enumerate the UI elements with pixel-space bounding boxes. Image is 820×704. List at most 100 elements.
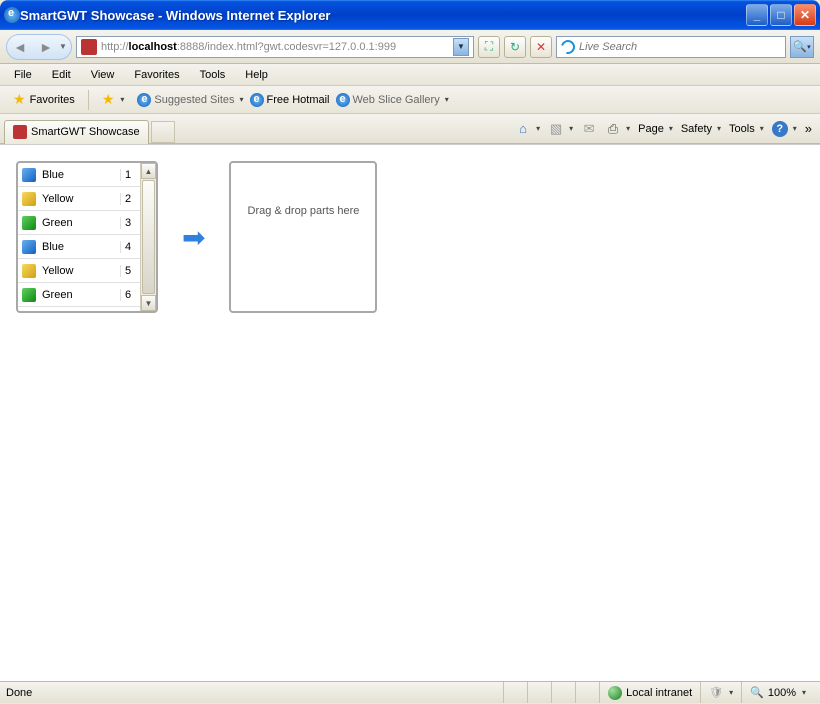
refresh-button[interactable]: ↻ bbox=[504, 36, 526, 58]
item-name: Green bbox=[40, 289, 120, 301]
address-dropdown[interactable]: ▼ bbox=[453, 38, 469, 56]
stop-button[interactable]: ✕ bbox=[530, 36, 552, 58]
free-hotmail-link[interactable]: Free Hotmail bbox=[250, 93, 330, 107]
menu-favorites[interactable]: Favorites bbox=[124, 66, 189, 84]
cube-icon bbox=[22, 192, 36, 206]
search-input[interactable] bbox=[579, 41, 781, 53]
zoom-control[interactable]: 🔍 100% ▾ bbox=[741, 682, 814, 703]
zoom-value: 100% bbox=[768, 687, 796, 699]
scroll-up-button[interactable]: ▲ bbox=[141, 163, 156, 179]
cube-icon bbox=[22, 216, 36, 230]
page-content: Blue1 Yellow2 Green3 Blue4 Yellow5 Green… bbox=[0, 144, 820, 681]
address-host: localhost bbox=[129, 41, 177, 53]
safety-label: Safety bbox=[681, 123, 712, 135]
minimize-button[interactable]: _ bbox=[746, 4, 768, 26]
overflow-button[interactable]: » bbox=[801, 121, 816, 136]
menu-bar: File Edit View Favorites Tools Help bbox=[0, 64, 820, 86]
status-cell bbox=[527, 682, 551, 703]
item-num: 5 bbox=[120, 265, 140, 277]
address-protocol: http:// bbox=[101, 41, 129, 53]
forward-button[interactable]: ► bbox=[33, 35, 59, 59]
scrollbar[interactable]: ▲ ▼ bbox=[140, 163, 156, 311]
page-menu[interactable]: Page▾ bbox=[634, 121, 677, 137]
list-item[interactable]: Green6 bbox=[18, 283, 140, 307]
menu-edit[interactable]: Edit bbox=[42, 66, 81, 84]
rss-icon: ▧ bbox=[548, 121, 564, 137]
tab-active[interactable]: SmartGWT Showcase bbox=[4, 120, 149, 144]
shield-icon: 🛡 bbox=[709, 686, 723, 699]
item-num: 1 bbox=[120, 169, 140, 181]
tab-bar: SmartGWT Showcase ⌂▾ ▧▾ ✉ ⎙▾ Page▾ Safet… bbox=[0, 114, 820, 144]
status-cell bbox=[503, 682, 527, 703]
item-num: 6 bbox=[120, 289, 140, 301]
scroll-down-button[interactable]: ▼ bbox=[141, 295, 156, 311]
protected-mode[interactable]: 🛡▾ bbox=[700, 682, 741, 703]
window-titlebar: SmartGWT Showcase - Windows Internet Exp… bbox=[0, 0, 820, 30]
feeds-button[interactable]: ▧▾ bbox=[544, 119, 577, 139]
cube-icon bbox=[22, 168, 36, 182]
source-list-panel: Blue1 Yellow2 Green3 Blue4 Yellow5 Green… bbox=[16, 161, 158, 313]
cube-icon bbox=[22, 264, 36, 278]
cube-icon bbox=[22, 288, 36, 302]
tab-title: SmartGWT Showcase bbox=[31, 126, 140, 138]
favorites-label: Favorites bbox=[30, 94, 75, 106]
status-cell bbox=[551, 682, 575, 703]
compatibility-button[interactable]: ⛶ bbox=[478, 36, 500, 58]
status-text: Done bbox=[6, 687, 503, 699]
print-button[interactable]: ⎙▾ bbox=[601, 119, 634, 139]
favorites-bar: ★ Favorites ★ ▾ Suggested Sites ▾ Free H… bbox=[0, 86, 820, 114]
security-zone[interactable]: Local intranet bbox=[599, 682, 700, 703]
status-cell bbox=[575, 682, 599, 703]
menu-help[interactable]: Help bbox=[235, 66, 278, 84]
mail-icon: ✉ bbox=[581, 121, 597, 137]
list-item[interactable]: Blue4 bbox=[18, 235, 140, 259]
menu-tools[interactable]: Tools bbox=[190, 66, 236, 84]
list-body: Blue1 Yellow2 Green3 Blue4 Yellow5 Green… bbox=[18, 163, 140, 311]
address-text: http://localhost:8888/index.html?gwt.cod… bbox=[101, 41, 449, 53]
safety-menu[interactable]: Safety▾ bbox=[677, 121, 725, 137]
page-label: Page bbox=[638, 123, 664, 135]
star-icon: ★ bbox=[13, 91, 26, 108]
print-icon: ⎙ bbox=[605, 121, 621, 137]
navigation-bar: ◄ ► ▼ http://localhost:8888/index.html?g… bbox=[0, 30, 820, 64]
address-bar[interactable]: http://localhost:8888/index.html?gwt.cod… bbox=[76, 36, 474, 58]
web-slice-link[interactable]: Web Slice Gallery ▾ bbox=[336, 93, 449, 107]
item-name: Blue bbox=[40, 241, 120, 253]
home-icon: ⌂ bbox=[515, 121, 531, 137]
new-tab-button[interactable] bbox=[151, 121, 175, 143]
star-add-icon: ★ bbox=[102, 91, 115, 108]
search-go-button[interactable]: 🔍▾ bbox=[790, 36, 814, 58]
back-button[interactable]: ◄ bbox=[7, 35, 33, 59]
menu-view[interactable]: View bbox=[81, 66, 125, 84]
list-item[interactable]: Yellow5 bbox=[18, 259, 140, 283]
mail-button[interactable]: ✉ bbox=[577, 119, 601, 139]
item-name: Green bbox=[40, 217, 120, 229]
address-path: :8888/index.html?gwt.codesvr=127.0.0.1:9… bbox=[177, 41, 396, 53]
tools-menu[interactable]: Tools▾ bbox=[725, 121, 768, 137]
add-favorite-button[interactable]: ★ ▾ bbox=[95, 88, 132, 111]
item-name: Blue bbox=[40, 169, 120, 181]
suggested-sites-link[interactable]: Suggested Sites ▾ bbox=[137, 93, 243, 107]
drop-zone-panel[interactable]: Drag & drop parts here bbox=[229, 161, 377, 313]
webslice-label: Web Slice Gallery bbox=[353, 94, 440, 106]
maximize-button[interactable]: □ bbox=[770, 4, 792, 26]
zone-label: Local intranet bbox=[626, 687, 692, 699]
help-button[interactable]: ?▾ bbox=[768, 119, 801, 139]
search-bar[interactable] bbox=[556, 36, 786, 58]
home-button[interactable]: ⌂▾ bbox=[511, 119, 544, 139]
item-name: Yellow bbox=[40, 265, 120, 277]
item-num: 3 bbox=[120, 217, 140, 229]
scroll-thumb[interactable] bbox=[142, 180, 155, 294]
bing-icon bbox=[558, 37, 577, 56]
menu-file[interactable]: File bbox=[4, 66, 42, 84]
cube-icon bbox=[22, 240, 36, 254]
list-item[interactable]: Blue1 bbox=[18, 163, 140, 187]
close-button[interactable]: ✕ bbox=[794, 4, 816, 26]
list-item[interactable]: Yellow2 bbox=[18, 187, 140, 211]
help-icon: ? bbox=[772, 121, 788, 137]
favorites-button[interactable]: ★ Favorites bbox=[6, 88, 82, 111]
drop-zone-text: Drag & drop parts here bbox=[248, 205, 360, 217]
item-name: Yellow bbox=[40, 193, 120, 205]
nav-history-dropdown[interactable]: ▼ bbox=[59, 42, 71, 51]
list-item[interactable]: Green3 bbox=[18, 211, 140, 235]
